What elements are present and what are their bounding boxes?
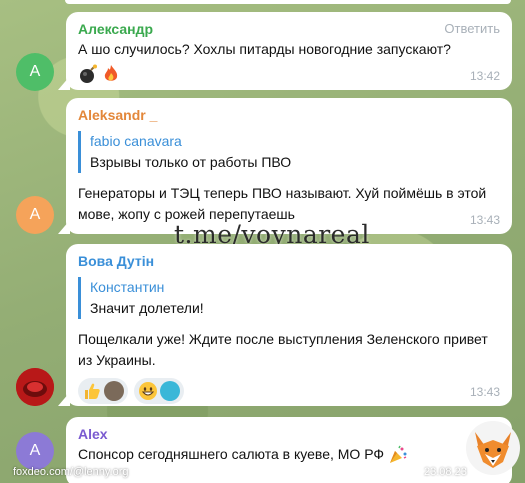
quote-sender: fabio canavara	[90, 133, 182, 149]
source-caption: foxdeo.com/@lenny.org	[13, 466, 129, 478]
bubble-tail	[58, 76, 70, 90]
message-time: 13:42	[469, 69, 500, 83]
message-sender[interactable]: Aleksandr _	[78, 105, 500, 125]
avatar-image	[16, 368, 54, 406]
avatar[interactable]: A	[16, 53, 54, 91]
reply-quote[interactable]: Константин Значит долетели!	[78, 277, 500, 319]
reaction-bar	[78, 377, 500, 405]
bubble-tail	[58, 392, 70, 406]
quote-text: Значит долетели!	[90, 300, 204, 316]
grinning-face-icon	[139, 382, 157, 400]
reactor-avatar	[104, 381, 124, 401]
reaction-chip[interactable]	[78, 378, 128, 404]
bomb-icon	[80, 64, 97, 83]
avatar[interactable]	[16, 368, 54, 406]
avatar-letter: A	[29, 63, 41, 80]
message-text: Спонсор сегодняшнего салюта в куеве, МО …	[78, 446, 385, 462]
message-sender[interactable]: Вова Дутін	[78, 251, 500, 271]
reply-button[interactable]: Ответить	[444, 21, 500, 36]
fire-icon	[104, 65, 118, 81]
fox-logo-icon	[466, 421, 520, 475]
previous-message-edge	[65, 0, 511, 4]
emoji-row	[78, 63, 500, 85]
avatar[interactable]: A	[16, 196, 54, 234]
bubble-tail	[58, 220, 70, 234]
quote-sender: Константин	[90, 279, 165, 295]
message-bubble[interactable]: Александр Ответить А шо случилось? Хохлы…	[58, 12, 512, 90]
message-sender[interactable]: Alex	[78, 424, 500, 444]
reaction-chip[interactable]	[134, 378, 184, 404]
date-caption: 23.08.23	[424, 466, 467, 478]
reply-quote[interactable]: fabio canavara Взрывы только от работы П…	[78, 131, 500, 173]
avatar-letter: A	[29, 442, 41, 459]
message-time: 13:43	[469, 385, 500, 399]
message-text: Генераторы и ТЭЦ теперь ПВО называют. Ху…	[78, 185, 487, 222]
quote-text: Взрывы только от работы ПВО	[90, 154, 292, 170]
message-time: 13:43	[469, 213, 500, 227]
avatar[interactable]: A	[16, 432, 54, 470]
message-sender[interactable]: Александр	[78, 19, 500, 39]
avatar-letter: A	[29, 206, 41, 223]
message-bubble[interactable]: Вова Дутін Константин Значит долетели! П…	[58, 244, 512, 406]
message-bubble[interactable]: Aleksandr _ fabio canavara Взрывы только…	[58, 98, 512, 234]
message-text: Пощелкали уже! Ждите после выступления З…	[78, 331, 488, 368]
thumbs-up-icon	[85, 383, 100, 399]
message-text: А шо случилось? Хохлы питарды новогодние…	[78, 41, 451, 57]
reactor-avatar	[160, 381, 180, 401]
message-text-row: Спонсор сегодняшнего салюта в куеве, МО …	[78, 444, 500, 465]
party-popper-icon	[390, 445, 407, 463]
